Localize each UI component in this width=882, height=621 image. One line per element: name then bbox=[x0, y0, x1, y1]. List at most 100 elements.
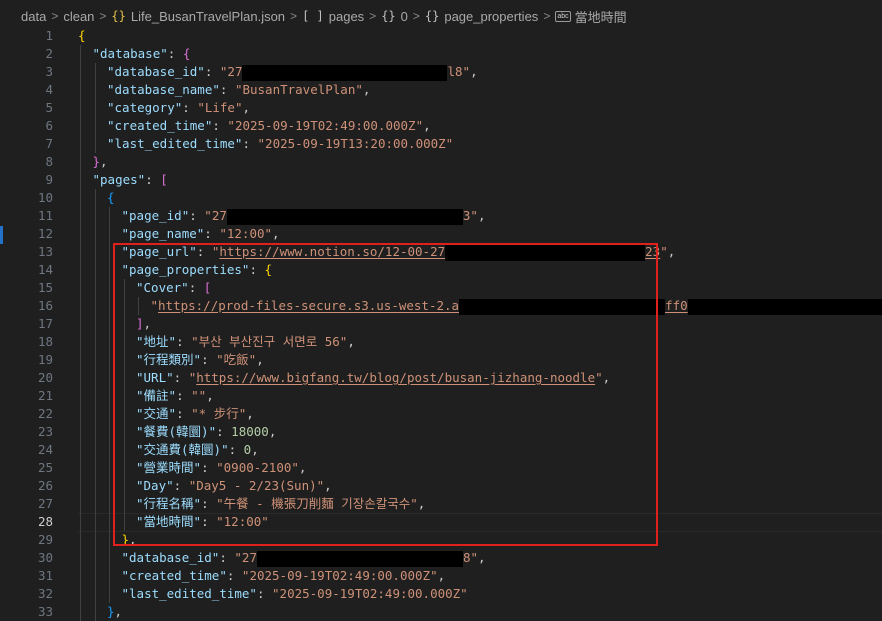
indent-guide bbox=[80, 405, 81, 423]
line-number: 9 bbox=[45, 172, 53, 187]
url-link[interactable]: https://www.bigfang.tw/blog/post/busan-j… bbox=[196, 370, 595, 385]
code-line[interactable]: 19 "行程類別": "吃飯", bbox=[0, 351, 882, 369]
breadcrumb-index[interactable]: 0 bbox=[401, 9, 408, 24]
code-line[interactable]: 32 "last_edited_time": "2025-09-19T02:49:… bbox=[0, 585, 882, 603]
punctuation: : bbox=[176, 334, 192, 349]
code-line[interactable]: 18 "地址": "부산 부산진구 서면로 56", bbox=[0, 333, 882, 351]
line-number: 31 bbox=[37, 568, 53, 583]
code-line[interactable]: 15 "Cover": [ bbox=[0, 279, 882, 297]
line-number: 33 bbox=[37, 604, 53, 619]
indent-guide bbox=[80, 243, 81, 261]
punctuation: , bbox=[251, 442, 259, 457]
code-line[interactable]: 29}, bbox=[0, 531, 882, 549]
code-line[interactable]: 11 "page_id": "27 3", bbox=[0, 207, 882, 225]
code-text: "備註": "", bbox=[136, 387, 214, 405]
bracket: } bbox=[107, 604, 115, 619]
indent-guide bbox=[123, 513, 125, 531]
code-line[interactable]: 23 "餐費(韓圜)": 18000, bbox=[0, 423, 882, 441]
code-text: "page_url": " https://www.notion.so/12-00… bbox=[122, 243, 675, 261]
indent-guide bbox=[123, 477, 125, 495]
bracket: { bbox=[78, 28, 86, 43]
breadcrumb-pages[interactable]: pages bbox=[329, 9, 364, 24]
punctuation: : bbox=[219, 550, 235, 565]
code-line[interactable]: 6 "created_time": "2025-09-19T02:49:00.00… bbox=[0, 117, 882, 135]
code-line[interactable]: 30 "database_id": "27 8", bbox=[0, 549, 882, 567]
punctuation: : bbox=[216, 424, 232, 439]
code-line[interactable]: 3 "database_id": "27 l8", bbox=[0, 63, 882, 81]
url-link[interactable]: ff0 bbox=[665, 298, 688, 313]
line-number: 27 bbox=[37, 496, 53, 511]
indent-guide bbox=[138, 297, 139, 315]
code-text: "URL": "https://www.bigfang.tw/blog/post… bbox=[136, 369, 610, 387]
code-editor[interactable]: 1{2 "database": {3 "database_id": "27 l8", 4… bbox=[0, 27, 882, 621]
json-string: "27 bbox=[219, 64, 243, 79]
json-string: "27 bbox=[204, 208, 227, 223]
indent-guide bbox=[94, 351, 96, 369]
breadcrumb-local-time[interactable]: 當地時間 bbox=[575, 7, 627, 26]
indent-guide bbox=[109, 351, 110, 369]
indent-guide bbox=[80, 81, 81, 99]
line-number: 16 bbox=[37, 298, 53, 313]
code-line[interactable]: 7 "last_edited_time": "2025-09-19T13:20:0… bbox=[0, 135, 882, 153]
indent-guide bbox=[94, 297, 96, 315]
code-line[interactable]: 5 "category": "Life", bbox=[0, 99, 882, 117]
code-line[interactable]: 13 "page_url": " https://www.notion.so/12-… bbox=[0, 243, 882, 261]
indent-guide bbox=[123, 459, 125, 477]
indent-guide bbox=[109, 459, 110, 477]
json-key: "created_time" bbox=[121, 568, 227, 583]
code-line[interactable]: 33}, bbox=[0, 603, 882, 621]
indent-guide bbox=[109, 441, 110, 459]
json-key: "營業時間" bbox=[136, 460, 202, 475]
punctuation: , bbox=[423, 118, 431, 133]
code-line[interactable]: 31 "created_time": "2025-09-19T02:49:00.0… bbox=[0, 567, 882, 585]
code-line[interactable]: 24 "交通費(韓圜)": 0, bbox=[0, 441, 882, 459]
code-line[interactable]: 4 "database_name": "BusanTravelPlan", bbox=[0, 81, 882, 99]
code-text: "Day": "Day5 - 2/23(Sun)", bbox=[136, 477, 332, 495]
breadcrumb-page-properties[interactable]: page_properties bbox=[444, 9, 538, 24]
code-line[interactable]: 10 { bbox=[0, 189, 882, 207]
indent-guide bbox=[80, 261, 81, 279]
breadcrumb-clean[interactable]: clean bbox=[63, 9, 94, 24]
code-line[interactable]: 27 "行程名稱": "午餐 - 機張刀削麵 기장손칼국수", bbox=[0, 495, 882, 513]
line-number: 22 bbox=[37, 406, 53, 421]
code-line[interactable]: 21 "備註": "", bbox=[0, 387, 882, 405]
object-icon: {} bbox=[424, 9, 440, 23]
indent-guide bbox=[109, 513, 110, 531]
indent-guide bbox=[123, 423, 125, 441]
indent-guide bbox=[109, 207, 110, 225]
redaction-block bbox=[226, 208, 463, 225]
punctuation: , bbox=[246, 406, 254, 421]
line-number: 12 bbox=[37, 226, 53, 241]
code-line[interactable]: 8}, bbox=[0, 153, 882, 171]
code-line[interactable]: 26 "Day": "Day5 - 2/23(Sun)", bbox=[0, 477, 882, 495]
redaction-block bbox=[445, 244, 646, 261]
code-line[interactable]: 17], bbox=[0, 315, 882, 333]
indent-guide bbox=[123, 315, 125, 333]
json-string: "2025-09-19T02:49:00.000Z" bbox=[272, 586, 468, 601]
code-line[interactable]: 14 "page_properties": { bbox=[0, 261, 882, 279]
indent-guide bbox=[94, 549, 96, 567]
code-line[interactable]: 28 "當地時間": "12:00" bbox=[0, 513, 882, 532]
breadcrumb-file[interactable]: Life_BusanTravelPlan.json bbox=[131, 9, 285, 24]
code-line[interactable]: 2 "database": { bbox=[0, 45, 882, 63]
code-line[interactable]: 1{ bbox=[0, 27, 882, 45]
indent-guide bbox=[80, 297, 81, 315]
code-line[interactable]: 25 "營業時間": "0900-2100", bbox=[0, 459, 882, 477]
code-line[interactable]: 12 "page_name": "12:00", bbox=[0, 225, 882, 243]
code-line[interactable]: 20 "URL": "https://www.bigfang.tw/blog/po… bbox=[0, 369, 882, 387]
url-link[interactable]: 23 bbox=[645, 244, 660, 259]
string-icon: abc bbox=[555, 10, 571, 22]
json-key: "database_name" bbox=[107, 82, 220, 97]
code-text: "created_time": "2025-09-19T02:49:00.000… bbox=[107, 117, 431, 135]
code-line[interactable]: 22 "交通": "* 步行", bbox=[0, 405, 882, 423]
punctuation: : bbox=[173, 370, 189, 385]
url-link[interactable]: https://prod-files-secure.s3.us-west-2.a bbox=[158, 298, 459, 313]
code-line[interactable]: 16 "https://prod-files-secure.s3.us-west-… bbox=[0, 297, 882, 315]
indent-guide bbox=[123, 333, 125, 351]
url-link[interactable]: https://www.notion.so/12-00-27 bbox=[219, 244, 445, 259]
code-line[interactable]: 9 "pages": [ bbox=[0, 171, 882, 189]
punctuation: : bbox=[219, 82, 235, 97]
breadcrumb-data[interactable]: data bbox=[21, 9, 46, 24]
punctuation: : bbox=[204, 226, 220, 241]
indent-guide bbox=[80, 225, 81, 243]
